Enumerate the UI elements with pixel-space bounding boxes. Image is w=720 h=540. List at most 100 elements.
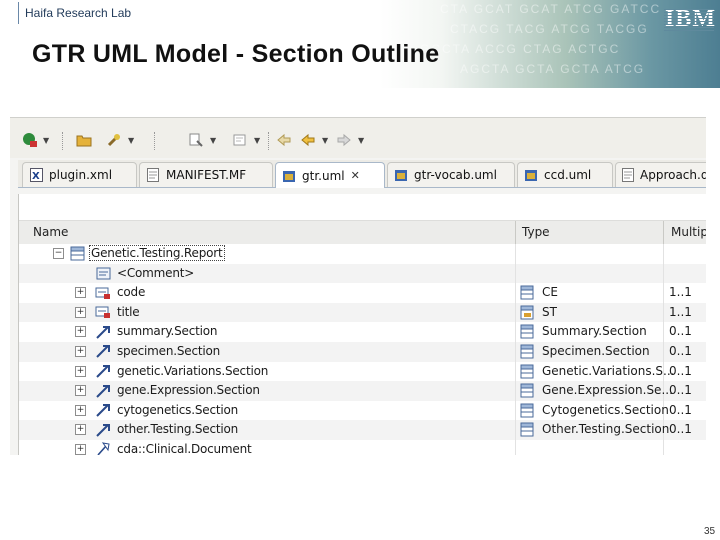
class-icon bbox=[69, 246, 85, 261]
tab-label: Approach.dit bbox=[640, 168, 706, 182]
multiplicity-label: 1..1 bbox=[669, 285, 692, 300]
datatype-icon bbox=[520, 285, 534, 300]
ibm-logo: IBM bbox=[665, 6, 716, 33]
node-label: summary.Section bbox=[117, 324, 218, 339]
tree-row[interactable]: + title ST 1..1 bbox=[19, 302, 706, 323]
generalization-icon bbox=[95, 442, 111, 455]
multiplicity-label: 0..1 bbox=[669, 422, 692, 437]
association-icon bbox=[95, 383, 111, 398]
column-divider[interactable] bbox=[515, 221, 516, 244]
node-label: cda::Clinical.Document bbox=[117, 441, 252, 455]
close-icon[interactable]: ✕ bbox=[351, 169, 360, 182]
tab-label: MANIFEST.MF bbox=[166, 168, 247, 182]
node-label: title bbox=[117, 304, 140, 319]
tree-row[interactable]: + code CE 1..1 bbox=[19, 283, 706, 303]
tree-row[interactable]: + summary.Section Summary.Section 0..1 bbox=[19, 322, 706, 342]
comment-icon bbox=[95, 266, 111, 281]
uml-model-icon bbox=[394, 168, 408, 182]
class-icon bbox=[520, 403, 534, 418]
page-number: 35 bbox=[704, 526, 716, 537]
datatype-icon bbox=[520, 305, 534, 320]
slide-header: CTA GCAT GCAT ATCG GATCC CTACG TACG ATCG… bbox=[0, 0, 720, 88]
type-label: ST bbox=[542, 304, 557, 319]
class-icon bbox=[520, 364, 534, 379]
node-label: specimen.Section bbox=[117, 343, 221, 358]
tab-approach-dit[interactable]: Approach.dit bbox=[615, 162, 706, 187]
association-icon bbox=[95, 344, 111, 359]
xml-file-icon: X bbox=[29, 168, 43, 182]
tree-row[interactable]: + cda::Clinical.Document bbox=[19, 439, 706, 455]
run-dropdown-icon[interactable]: ▼ bbox=[43, 136, 49, 145]
class-icon bbox=[520, 422, 534, 437]
tab-label: plugin.xml bbox=[49, 168, 113, 182]
tab-manifest-mf[interactable]: MANIFEST.MF bbox=[139, 162, 273, 187]
tree-row[interactable]: <Comment> bbox=[19, 263, 706, 284]
expand-icon[interactable]: + bbox=[75, 326, 86, 338]
navigate-icon[interactable] bbox=[188, 132, 204, 148]
forward-dropdown-icon[interactable]: ▼ bbox=[358, 136, 364, 145]
node-label: Genetic.Testing.Report bbox=[89, 245, 225, 261]
forward-arrow-icon[interactable] bbox=[336, 132, 352, 148]
document-file-icon bbox=[622, 168, 634, 182]
column-multiplicity[interactable]: Multipl bbox=[671, 225, 706, 239]
manifest-file-icon bbox=[146, 168, 160, 182]
tree-row[interactable]: + specimen.Section Specimen.Section 0..1 bbox=[19, 341, 706, 362]
lab-name: Haifa Research Lab bbox=[25, 6, 132, 20]
class-icon bbox=[520, 344, 534, 359]
expand-icon[interactable]: + bbox=[75, 345, 86, 357]
tab-gtr-uml[interactable]: gtr.uml ✕ bbox=[275, 162, 385, 188]
open-folder-icon[interactable] bbox=[76, 132, 92, 148]
tree-row[interactable]: − Genetic.Testing.Report bbox=[19, 244, 706, 264]
tree-row[interactable]: + genetic.Variations.Section Genetic.Var… bbox=[19, 361, 706, 382]
tree-row[interactable]: + gene.Expression.Section Gene.Expressio… bbox=[19, 381, 706, 401]
column-name[interactable]: Name bbox=[33, 225, 68, 239]
slide-title: GTR UML Model - Section Outline bbox=[32, 40, 440, 68]
expand-icon[interactable]: + bbox=[75, 404, 86, 416]
toolbar-separator bbox=[154, 132, 156, 150]
association-icon bbox=[95, 364, 111, 379]
collapse-icon[interactable]: − bbox=[53, 248, 64, 259]
tab-plugin-xml[interactable]: X plugin.xml bbox=[22, 162, 137, 187]
type-label: CE bbox=[542, 285, 558, 300]
back-arrow-icon[interactable] bbox=[300, 132, 316, 148]
type-label: Genetic.Variations.S... bbox=[542, 363, 675, 378]
tree-row[interactable]: + cytogenetics.Section Cytogenetics.Sect… bbox=[19, 400, 706, 421]
type-label: Other.Testing.Section bbox=[542, 422, 670, 437]
node-label: cytogenetics.Section bbox=[117, 402, 239, 417]
tab-label: gtr.uml bbox=[302, 168, 345, 183]
model-tree: Name Type Multipl − Genetic.Testing.Repo… bbox=[18, 194, 706, 455]
tools-dropdown-icon[interactable]: ▼ bbox=[128, 136, 134, 145]
toolbar: ▼ ▼ ▼ ▼ ▼ ▼ bbox=[10, 118, 706, 158]
tree-column-header: Name Type Multipl bbox=[19, 220, 706, 245]
last-edit-icon[interactable] bbox=[276, 132, 292, 148]
uml-model-icon bbox=[282, 169, 296, 183]
toolbar-separator bbox=[268, 132, 270, 150]
multiplicity-label: 0..1 bbox=[669, 343, 692, 358]
tab-gtr-vocab-uml[interactable]: gtr-vocab.uml bbox=[387, 162, 515, 187]
annotation-icon[interactable] bbox=[232, 132, 248, 148]
multiplicity-label: 0..1 bbox=[669, 402, 692, 417]
navigate-dropdown-icon[interactable]: ▼ bbox=[210, 136, 216, 145]
multiplicity-label: 0..1 bbox=[669, 324, 692, 339]
column-divider[interactable] bbox=[663, 221, 664, 244]
tools-icon[interactable] bbox=[106, 132, 122, 148]
back-dropdown-icon[interactable]: ▼ bbox=[322, 136, 328, 145]
dna-text: GCCTA ACCG CTAG ACTGC bbox=[420, 42, 621, 56]
tree-row[interactable]: + other.Testing.Section Other.Testing.Se… bbox=[19, 420, 706, 440]
expand-icon[interactable]: + bbox=[75, 287, 86, 299]
expand-icon[interactable]: + bbox=[75, 385, 86, 397]
tree-rows: − Genetic.Testing.Report <Comment> + cod… bbox=[19, 244, 706, 455]
run-icon[interactable] bbox=[22, 132, 38, 148]
column-type[interactable]: Type bbox=[522, 225, 550, 239]
eclipse-screenshot: ▼ ▼ ▼ ▼ ▼ ▼ X plugin.xml MANIFEST.MF gtr… bbox=[10, 117, 706, 455]
tab-label: gtr-vocab.uml bbox=[414, 168, 497, 182]
node-label: <Comment> bbox=[117, 265, 195, 280]
expand-icon[interactable]: + bbox=[75, 365, 86, 377]
expand-icon[interactable]: + bbox=[75, 443, 86, 455]
expand-icon[interactable]: + bbox=[75, 306, 86, 318]
annotation-dropdown-icon[interactable]: ▼ bbox=[254, 136, 260, 145]
tab-ccd-uml[interactable]: ccd.uml bbox=[517, 162, 613, 187]
expand-icon[interactable]: + bbox=[75, 424, 86, 436]
type-label: Summary.Section bbox=[542, 324, 647, 339]
association-icon bbox=[95, 422, 111, 437]
